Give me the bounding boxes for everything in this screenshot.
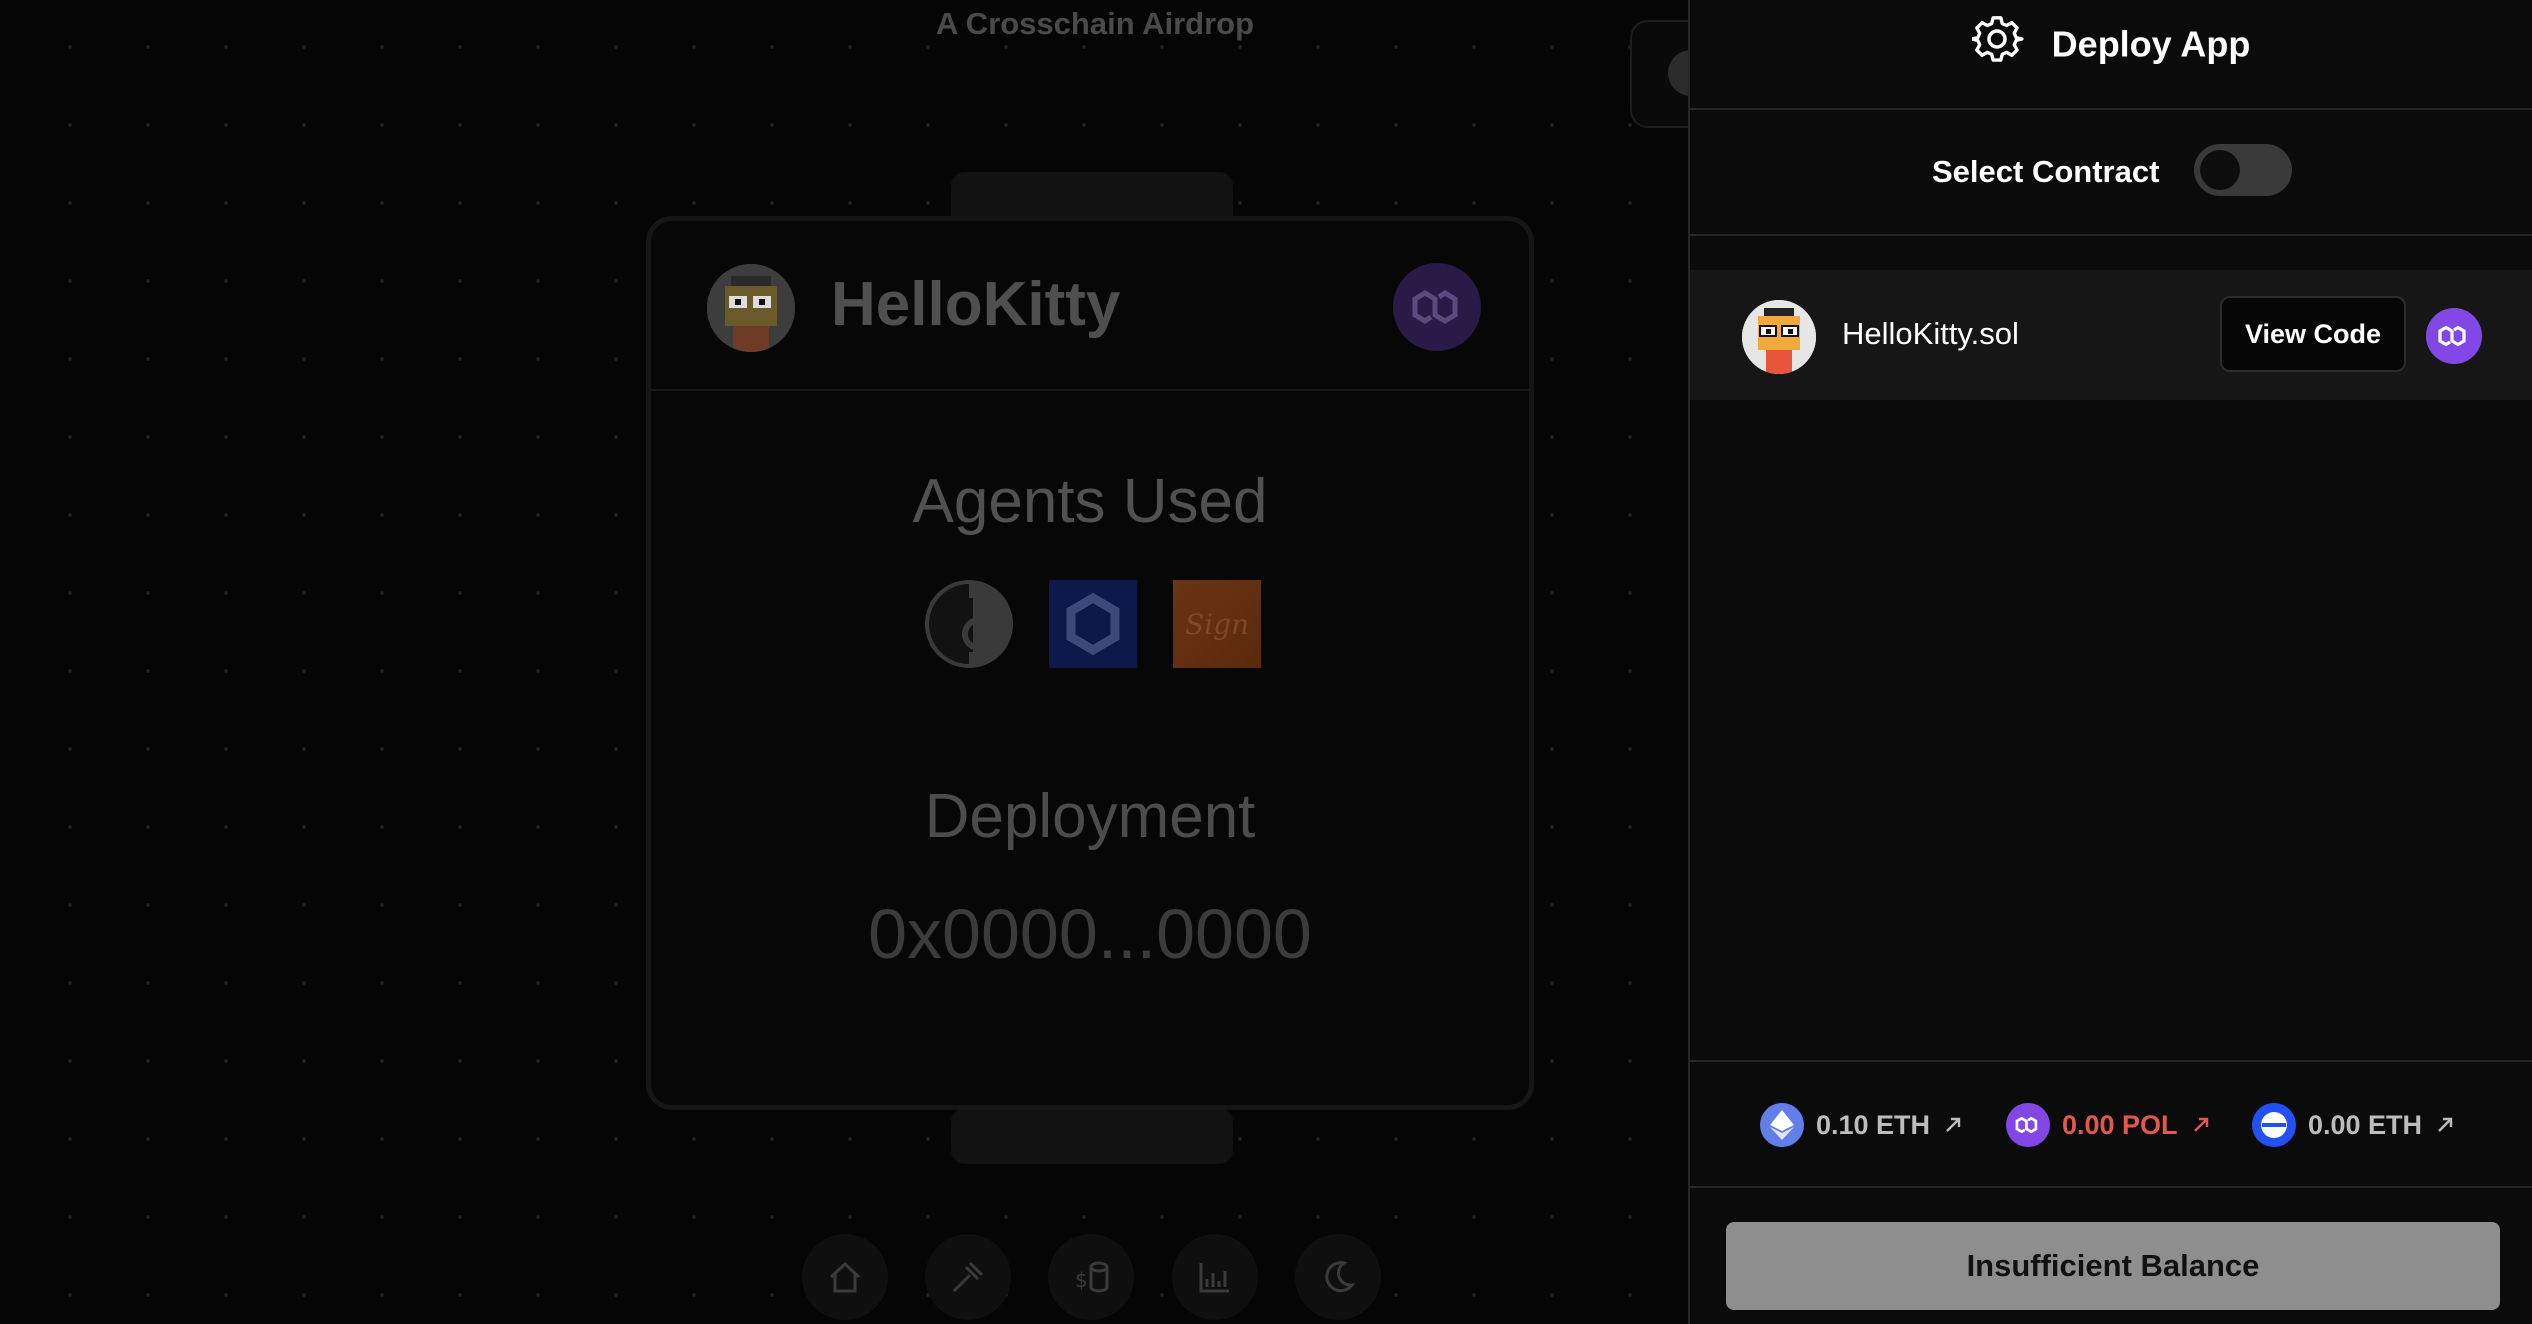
svg-text:$: $: [1075, 1268, 1088, 1292]
chart-icon[interactable]: [1172, 1234, 1258, 1320]
polygon-icon: [1393, 263, 1481, 351]
external-link-icon: [2192, 1110, 2210, 1141]
toggle-knob: [2200, 150, 2240, 190]
agent-one-logo: [925, 580, 1013, 668]
external-link-icon: [2436, 1110, 2454, 1141]
chainlink-logo: [1049, 580, 1137, 668]
sign-logo-text: Sign: [1185, 608, 1249, 641]
balance-eth-amount: 0.10 ETH: [1816, 1109, 1931, 1140]
panel-header: Deploy App: [1690, 0, 2532, 110]
coins-icon[interactable]: $: [1048, 1234, 1134, 1320]
select-contract-label: Select Contract: [1932, 154, 2160, 189]
select-contract-row: Select Contract: [1690, 108, 2532, 236]
balances-bar: 0.10 ETH 0.00 POL 0.00 ETH: [1690, 1060, 2532, 1188]
card-bottom-handle: [951, 1108, 1233, 1164]
deploy-panel: Deploy App Select Contract HelloKitty.so…: [1688, 0, 2532, 1324]
ethereum-icon: [1760, 1103, 1804, 1147]
view-code-button[interactable]: View Code: [2220, 296, 2406, 372]
insufficient-balance-button[interactable]: Insufficient Balance: [1726, 1222, 2500, 1310]
moon-icon[interactable]: [1295, 1234, 1381, 1320]
balance-pol[interactable]: 0.00 POL: [2006, 1102, 2210, 1148]
panel-title-text: Deploy App: [2051, 23, 2251, 65]
balance-base-eth[interactable]: 0.00 ETH: [2252, 1102, 2454, 1148]
gear-icon: [1969, 14, 2024, 75]
app-card: HelloKitty Agents Used Sign Deployment 0…: [646, 216, 1534, 1110]
home-icon[interactable]: [802, 1234, 888, 1320]
panel-title: Deploy App: [1690, 14, 2532, 75]
sign-logo: Sign: [1173, 580, 1261, 668]
hammer-icon[interactable]: [925, 1234, 1011, 1320]
agents-used-title: Agents Used: [912, 467, 1268, 536]
balance-pol-amount: 0.00 POL: [2062, 1109, 2178, 1140]
contract-name: HelloKitty.sol: [1842, 316, 2019, 351]
app-name: HelloKitty: [831, 270, 1121, 339]
deployment-title: Deployment: [924, 782, 1256, 851]
balance-base-amount: 0.00 ETH: [2308, 1109, 2423, 1140]
polygon-icon: [2426, 308, 2482, 364]
contract-item[interactable]: HelloKitty.sol View Code: [1690, 270, 2532, 400]
select-contract-toggle[interactable]: [2194, 144, 2292, 196]
contract-avatar: [1742, 300, 1816, 374]
deployment-address: 0x0000...0000: [868, 895, 1312, 973]
base-icon: [2252, 1103, 2296, 1147]
external-link-icon: [1944, 1110, 1962, 1141]
balance-eth[interactable]: 0.10 ETH: [1760, 1102, 1962, 1148]
app-avatar: [707, 264, 795, 352]
polygon-icon: [2006, 1103, 2050, 1147]
card-header: HelloKitty: [651, 221, 1529, 391]
